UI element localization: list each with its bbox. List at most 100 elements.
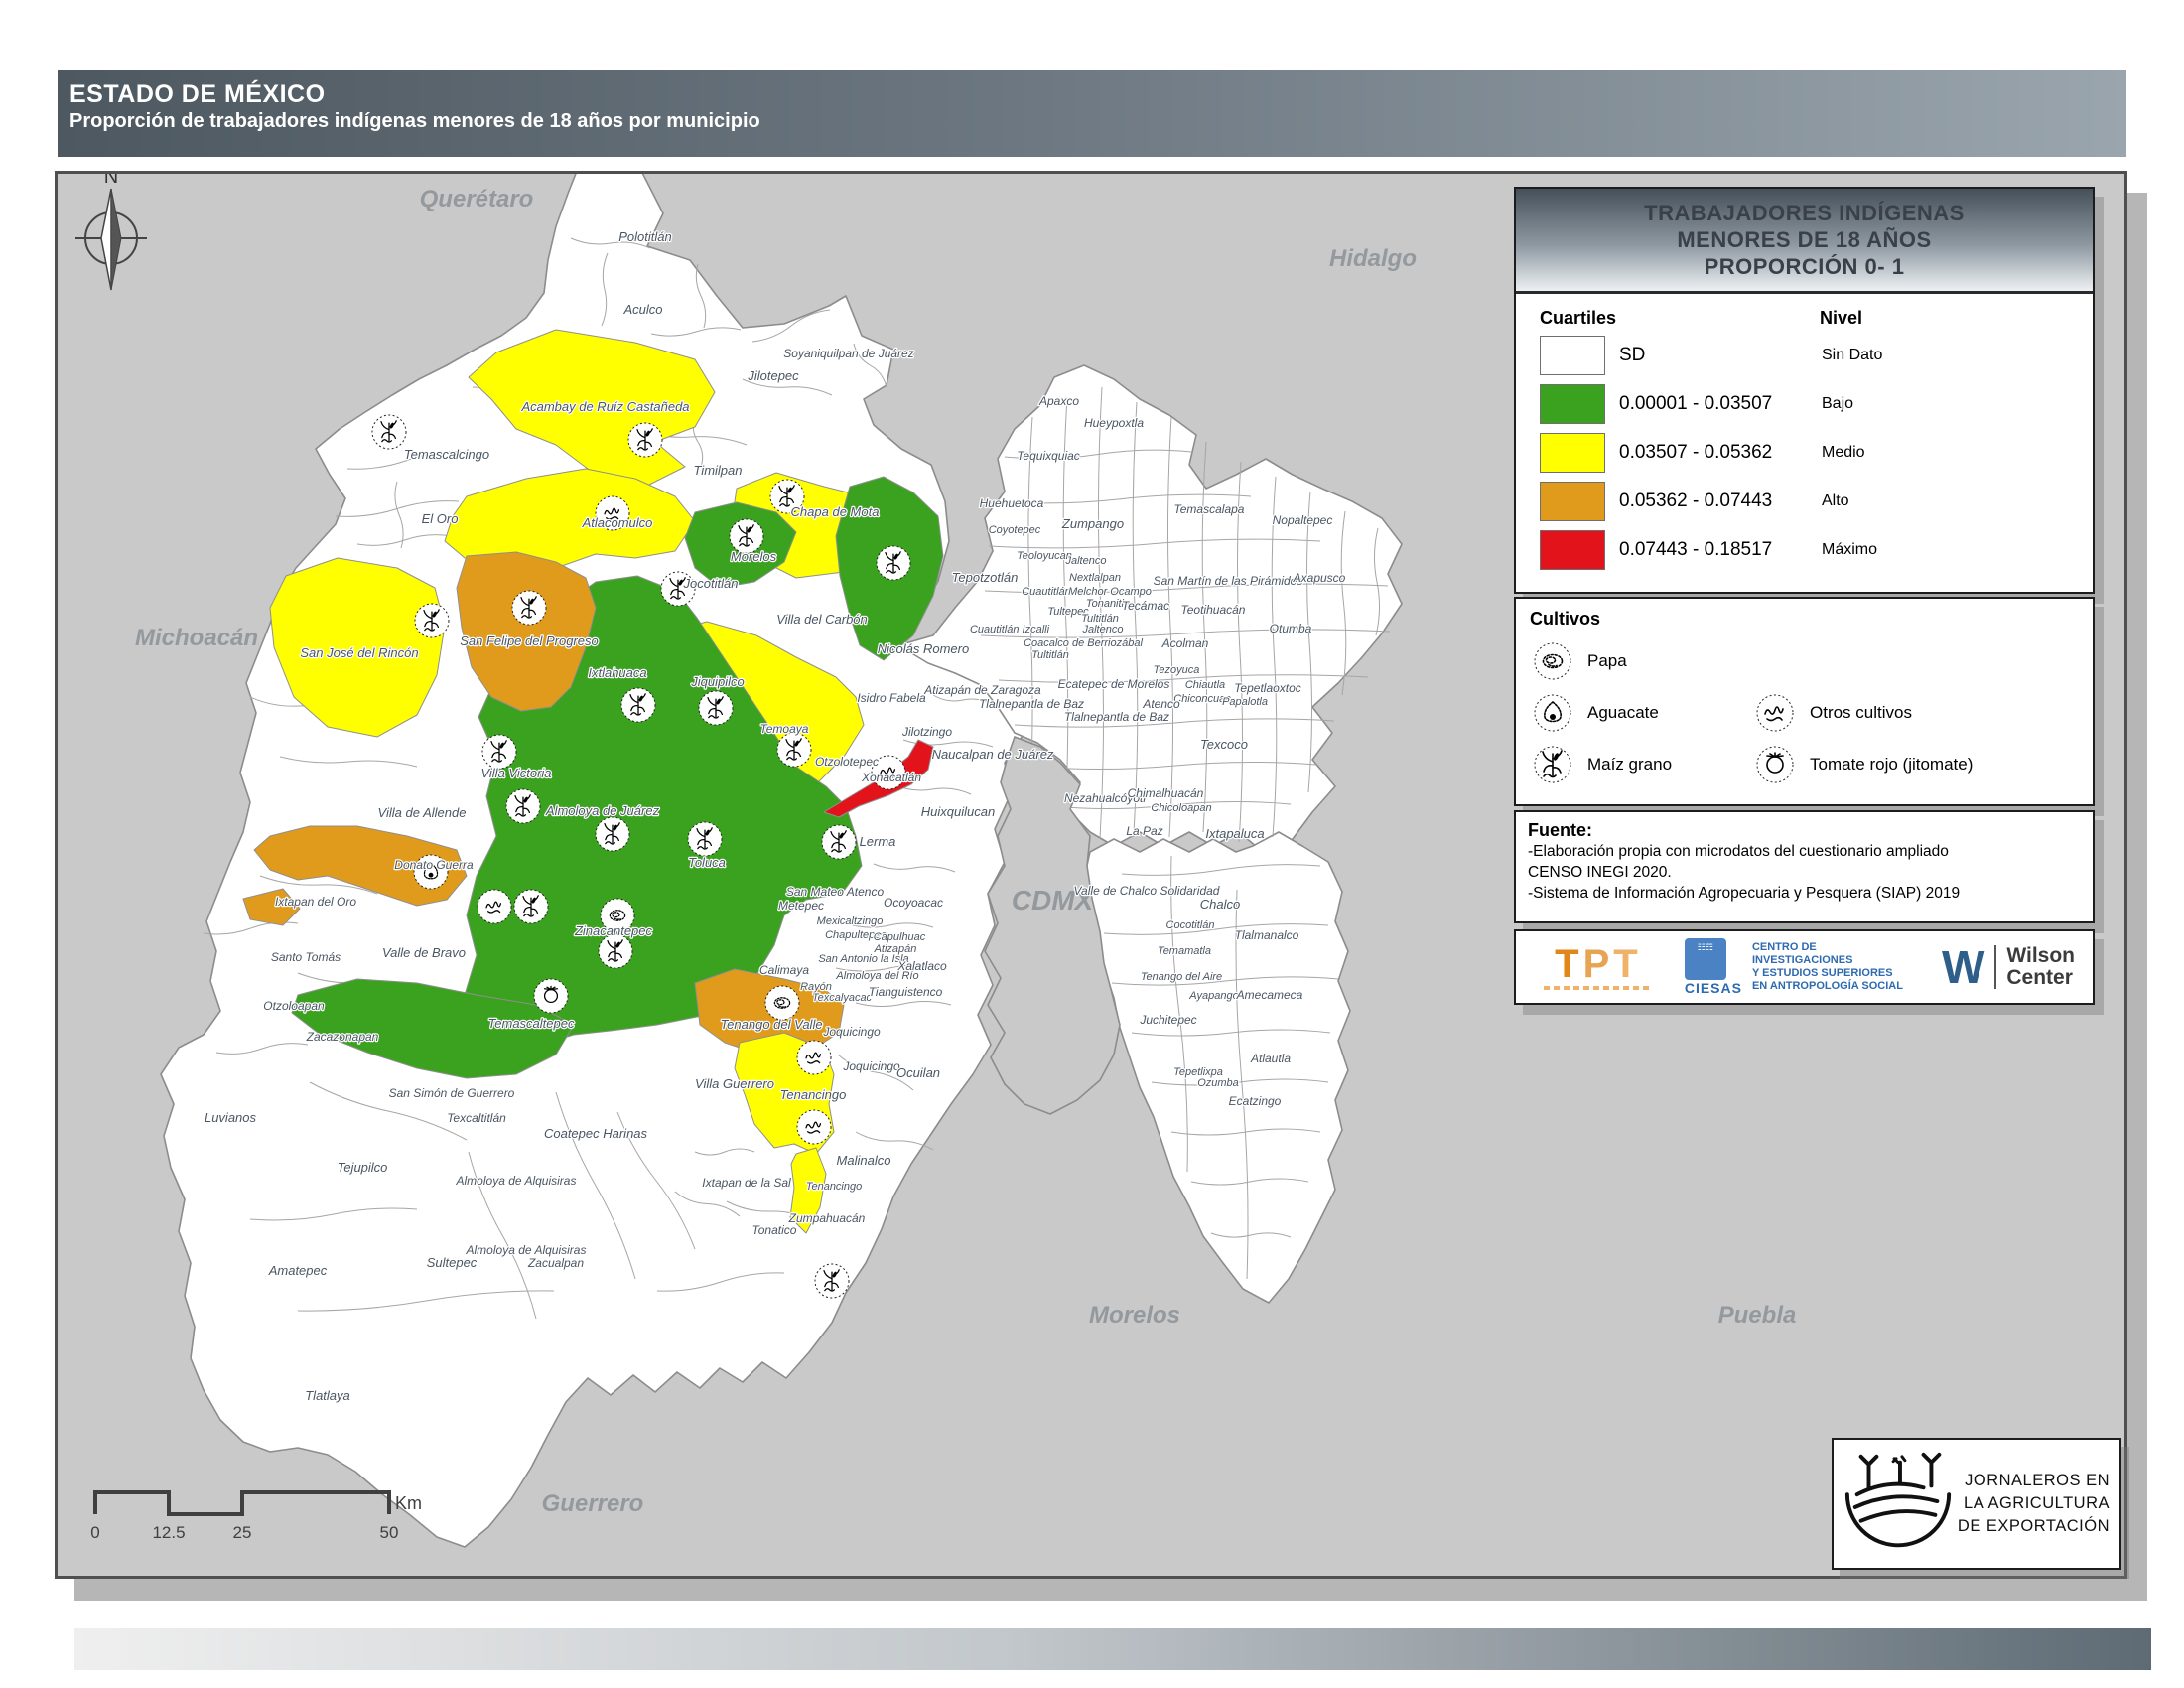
crop-icon-maiz (777, 733, 811, 767)
jornaleros-logo-box: JORNALEROS EN LA AGRICULTURA DE EXPORTAC… (1832, 1438, 2121, 1570)
ciesas-text: Y ESTUDIOS SUPERIORES (1752, 967, 1920, 980)
scale-tick-label: 12.5 (152, 1523, 185, 1542)
legend-box-cuartiles: TRABAJADORES INDÍGENAS MENORES DE 18 AÑO… (1514, 187, 2095, 594)
municipality-label: Tlalnepantla de Baz (979, 697, 1084, 711)
municipality-label: Toluca (688, 855, 726, 870)
legend-class-row: SDSin Dato (1516, 331, 2093, 379)
wilson-text: Center (2006, 967, 2075, 989)
municipality-label: Nicolás Romero (878, 641, 969, 656)
legend-level-label: Sin Dato (1822, 347, 1882, 364)
municipality-label: Valle de Chalco Solidaridad (1074, 884, 1220, 898)
municipality-label: Santo Tomás (271, 950, 341, 964)
municipality-label: Sultepec (427, 1255, 478, 1270)
municipality-label: Zumpahuacán (788, 1211, 866, 1225)
municipality-label: Tepetlaoxtoc (1234, 681, 1301, 695)
municipality-label: Malinalco (837, 1153, 891, 1168)
crop-icon-maiz (514, 890, 548, 923)
tpt-logo-underline (1544, 986, 1653, 990)
crop-icon-maiz (730, 519, 763, 553)
municipality-label: Cuautitlán Izcalli (970, 624, 1050, 635)
legend-level-label: Bajo (1822, 395, 1853, 413)
scale-tick-label: 25 (233, 1523, 252, 1542)
municipality-label: Atlautla (1250, 1052, 1291, 1065)
municipality-label: Huixquilucan (921, 804, 995, 819)
municipality-label: Teoloyucan (1017, 550, 1072, 562)
crop-icon-maiz (596, 817, 629, 851)
municipality-label: Almoloya de Alquisiras (466, 1243, 587, 1257)
municipality-label: Tenancingo (780, 1087, 847, 1102)
municipality-label: Juchitepec (1139, 1013, 1196, 1027)
municipality-label: Zacazonapan (306, 1030, 379, 1044)
municipality-label: Chimalhuacán (1128, 786, 1204, 800)
crop-icon-maiz (506, 789, 540, 823)
municipality-label: Isidro Fabela (857, 691, 926, 705)
scale-tick-label: 50 (380, 1523, 399, 1542)
municipality-label: Apaxco (1038, 394, 1079, 408)
legend-class-row: 0.05362 - 0.07443Alto (1516, 477, 2093, 525)
municipality-label: Temamatla (1158, 945, 1211, 957)
legend-range-label: 0.07443 - 0.18517 (1619, 539, 1822, 561)
municipality-label: Temascalapa (1174, 502, 1245, 516)
otros-cultivos-icon (1754, 692, 1796, 734)
municipality-label: Valle de Bravo (382, 945, 466, 960)
crop-icon-tomate (534, 979, 568, 1013)
municipality-label: Ixtapan del Oro (275, 895, 356, 909)
map-frame: QuerétaroHidalgoMichoacánCDMXMorelosPueb… (55, 171, 2127, 1579)
crop-icon-maiz (512, 591, 546, 625)
municipality-label: Teotihuacán (1181, 603, 1246, 617)
municipality-label: Xalatlaco (896, 959, 947, 973)
municipality-label: Temoaya (760, 722, 809, 736)
wilson-text: Wilson (2006, 945, 2075, 967)
municipality-label: Jocotitlán (683, 576, 739, 591)
municipality-label: Amecameca (1236, 988, 1303, 1002)
municipality-label: Atizapán de Zaragoza (923, 683, 1041, 697)
municipality-label: Tenancingo (806, 1181, 862, 1193)
municipality-label: Villa de Allende (378, 805, 467, 820)
municipality-label: Temascalcingo (404, 447, 489, 462)
municipality-label: Ocoyoacac (884, 896, 943, 910)
municipality-label: Texcaltitlán (447, 1111, 506, 1125)
crop-icon-otros (478, 890, 511, 923)
municipality-label: Otzoloapan (263, 999, 325, 1013)
state-label: Hidalgo (1329, 245, 1417, 272)
municipality-label: El Oro (422, 511, 459, 526)
municipality-label: Xonacatlán (861, 771, 921, 784)
municipality-label: Lerma (860, 834, 896, 849)
municipality-label: Tejupilco (338, 1160, 388, 1175)
tpt-letter: T (1555, 942, 1582, 986)
crop-icon-maiz (628, 423, 662, 457)
legend-box-fuente: Fuente: -Elaboración propia con microdat… (1514, 810, 2095, 923)
municipality-label: Melchor Ocampo (1068, 586, 1152, 598)
cultivo-item-aguacate: Aguacate (1532, 692, 1659, 734)
scale-tick-label: 0 (90, 1523, 99, 1542)
legend-title-line1: TRABAJADORES INDÍGENAS (1644, 200, 1965, 226)
legend-nivel-label: Nivel (1820, 308, 1862, 329)
municipality-label: Ixtlahuaca (588, 665, 646, 680)
wilson-mark: W (1942, 946, 1984, 988)
municipality-label: San Mateo Atenco (786, 885, 885, 899)
fuente-lines: -Elaboración propia con microdatos del c… (1528, 841, 2081, 904)
legend-range-label: 0.03507 - 0.05362 (1619, 442, 1822, 464)
municipality-label: Ixtapaluca (1205, 826, 1264, 841)
municipality-label: Coacalco de Berriozábal (1024, 637, 1143, 649)
municipality-label: Zinacantepec (574, 923, 653, 938)
municipality-label: Tlatlaya (305, 1388, 350, 1403)
papa-icon (1532, 640, 1573, 682)
fuente-line: CENSO INEGI 2020. (1528, 862, 2081, 883)
municipality-label: Joquicingo (842, 1059, 900, 1073)
cultivo-label: Aguacate (1587, 703, 1659, 723)
ciesas-logo: ☷☶ CIESAS CENTRO DE INVESTIGACIONES Y ES… (1685, 938, 1920, 996)
cultivo-item-tomate: Tomate rojo (jitomate) (1754, 744, 1973, 785)
crop-icon-maiz (822, 825, 856, 859)
crop-icon-maiz (877, 546, 910, 580)
jornaleros-text: JORNALEROS EN (1957, 1470, 2110, 1492)
crop-icon-papa (765, 986, 799, 1020)
cultivo-label: Otros cultivos (1810, 703, 1912, 723)
municipality-label: Tezoyuca (1154, 664, 1200, 676)
municipality-label: Ozumba (1197, 1077, 1239, 1089)
legend-box-cultivos: Cultivos Papa Aguacate Maíz grano Otros … (1514, 597, 2095, 806)
municipality-label: Jaltenco (1082, 624, 1124, 635)
municipality-label: Nextlalpan (1069, 572, 1121, 584)
legend-range-label: SD (1619, 345, 1822, 366)
fuente-title: Fuente: (1528, 820, 2081, 841)
